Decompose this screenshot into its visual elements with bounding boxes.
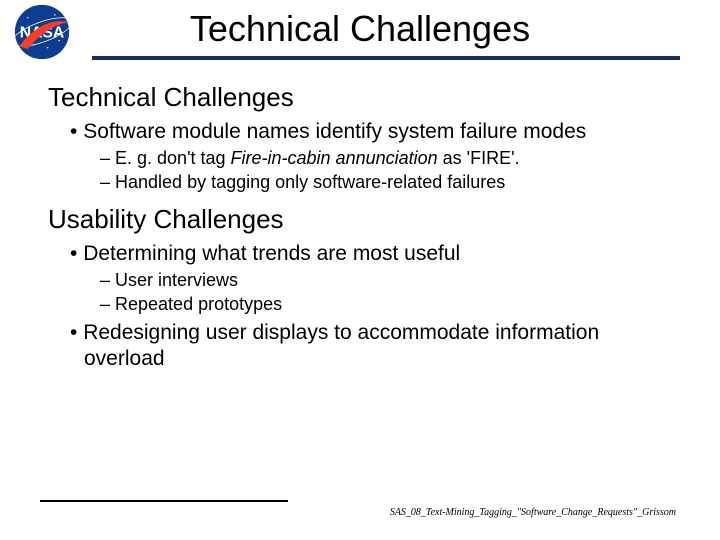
text: Repeated prototypes bbox=[115, 294, 282, 314]
section-heading: Usability Challenges bbox=[48, 204, 672, 235]
slide-header: NASA Technical Challenges bbox=[0, 0, 720, 60]
text: User interviews bbox=[115, 270, 238, 290]
bullet-level2: Repeated prototypes bbox=[100, 293, 672, 316]
section-heading: Technical Challenges bbox=[48, 82, 672, 113]
footer-divider bbox=[40, 500, 288, 502]
slide-title: Technical Challenges bbox=[0, 8, 720, 56]
text: Handled by tagging only software-related… bbox=[115, 172, 505, 192]
title-underline bbox=[92, 56, 680, 60]
bullet-level1: Software module names identify system fa… bbox=[70, 119, 672, 145]
bullet-level1: Determining what trends are most useful bbox=[70, 241, 672, 267]
footer-citation: SAS_08_Text-Mining_Tagging_"Software_Cha… bbox=[390, 507, 676, 518]
bullet-level2: E. g. don't tag Fire-in-cabin annunciati… bbox=[100, 147, 672, 170]
nasa-logo: NASA bbox=[6, 2, 78, 62]
slide-body: Technical Challenges Software module nam… bbox=[0, 60, 720, 373]
bullet-level1: Redesigning user displays to accommodate… bbox=[70, 320, 672, 373]
bullet-level2: User interviews bbox=[100, 269, 672, 292]
emphasis-text: Fire-in-cabin annunciation bbox=[231, 148, 438, 168]
text: E. g. don't tag bbox=[115, 148, 231, 168]
text: as 'FIRE'. bbox=[438, 148, 520, 168]
bullet-level2: Handled by tagging only software-related… bbox=[100, 171, 672, 194]
